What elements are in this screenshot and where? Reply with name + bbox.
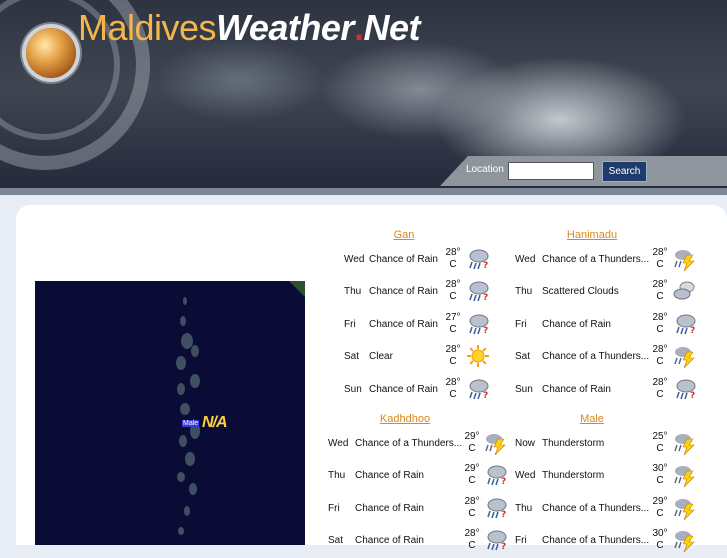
forecast-temperature: 30° C bbox=[652, 463, 668, 487]
globe-logo-icon bbox=[26, 28, 76, 78]
map-value: N/A bbox=[202, 414, 228, 431]
temperature-value: 30° bbox=[652, 528, 668, 540]
temperature-value: 28° bbox=[652, 344, 668, 356]
forecast-day: Wed bbox=[515, 470, 536, 482]
forecast-temperature: 28° C bbox=[652, 247, 668, 271]
city-link[interactable]: Kadhdhoo bbox=[330, 413, 480, 425]
forecast-row: Sat Chance of a Thunders... 28° C bbox=[0, 344, 727, 374]
city-link[interactable]: Gan bbox=[340, 229, 468, 241]
forecast-day: Fri bbox=[515, 318, 527, 330]
forecast-condition: Chance of a Thunders... bbox=[542, 502, 650, 514]
city-link[interactable]: Hanimadu bbox=[512, 229, 672, 241]
temperature-unit: C bbox=[656, 507, 664, 519]
thunderstorm-icon bbox=[673, 528, 697, 553]
temperature-unit: C bbox=[656, 259, 664, 270]
thunderstorm-icon bbox=[673, 344, 697, 369]
forecast-temperature: 29° C bbox=[652, 496, 668, 520]
logo-text-maldives: Maldives bbox=[78, 7, 217, 48]
site-header: MaldivesWeather.Net Location Search bbox=[0, 0, 727, 195]
temperature-value: 28° bbox=[652, 311, 668, 323]
temperature-unit: C bbox=[656, 475, 664, 487]
forecast-temperature: 28° C bbox=[652, 344, 668, 368]
forecast-row: Sun Chance of Rain 28° C ? bbox=[0, 377, 727, 407]
rain-cloud-icon: ? bbox=[673, 312, 697, 336]
temperature-unit: C bbox=[656, 540, 664, 552]
svg-text:?: ? bbox=[690, 326, 695, 336]
forecast-row: Fri Chance of a Thunders... 30° C bbox=[0, 528, 727, 558]
temperature-value: 29° bbox=[652, 495, 668, 507]
forecast-temperature: 25° C bbox=[652, 431, 668, 455]
forecast-row: Thu Chance of a Thunders... 29° C bbox=[0, 496, 727, 526]
city-link[interactable]: Male bbox=[512, 413, 672, 425]
forecast-day: Sat bbox=[515, 351, 531, 363]
temperature-value: 25° bbox=[652, 431, 668, 442]
temperature-unit: C bbox=[656, 323, 664, 335]
forecast-condition: Chance of a Thunders... bbox=[542, 351, 650, 363]
forecast-condition: Scattered Clouds bbox=[542, 286, 619, 298]
thunderstorm-icon bbox=[673, 247, 697, 272]
clouds-icon bbox=[673, 279, 697, 303]
forecast-condition: Chance of a Thunders... bbox=[542, 254, 650, 265]
forecast-day: Wed bbox=[515, 254, 536, 265]
forecast-condition: Chance of Rain bbox=[542, 318, 611, 330]
forecast-temperature: 28° C bbox=[652, 312, 668, 336]
forecast-temperature: 30° C bbox=[652, 528, 668, 552]
temperature-unit: C bbox=[656, 291, 664, 303]
forecast-condition: Thunderstorm bbox=[542, 470, 605, 482]
forecast-row: Fri Chance of Rain 28° C ? bbox=[0, 312, 727, 342]
header-divider bbox=[0, 188, 727, 195]
location-input[interactable] bbox=[508, 162, 594, 180]
temperature-value: 28° bbox=[652, 247, 668, 258]
temperature-value: 28° bbox=[652, 279, 668, 291]
location-label: Location bbox=[466, 164, 504, 175]
forecast-temperature: 28° C bbox=[652, 377, 668, 401]
forecast-temperature: 28° C bbox=[652, 279, 668, 303]
forecast-row: Now Thunderstorm 25° C bbox=[0, 431, 727, 461]
temperature-unit: C bbox=[656, 443, 664, 454]
thunderstorm-icon bbox=[673, 463, 697, 488]
temperature-unit: C bbox=[656, 356, 664, 368]
forecast-day: Now bbox=[515, 438, 536, 449]
svg-text:?: ? bbox=[690, 391, 695, 401]
thunderstorm-icon bbox=[673, 496, 697, 521]
temperature-value: 28° bbox=[652, 376, 668, 388]
forecast-day: Thu bbox=[515, 286, 533, 298]
forecast-condition: Thunderstorm bbox=[542, 438, 605, 449]
forecast-row: Thu Scattered Clouds 28° C bbox=[0, 279, 727, 309]
temperature-unit: C bbox=[656, 388, 664, 400]
forecast-condition: Chance of Rain bbox=[542, 383, 611, 395]
forecast-day: Sun bbox=[515, 383, 533, 395]
forecast-day: Thu bbox=[515, 502, 533, 514]
search-button[interactable]: Search bbox=[602, 161, 647, 182]
logo-text-net: Net bbox=[363, 7, 420, 48]
map-location-label[interactable]: Male bbox=[182, 420, 200, 427]
forecast-row: Wed Chance of a Thunders... 28° C bbox=[0, 247, 727, 277]
site-logo[interactable]: MaldivesWeather.Net bbox=[78, 6, 420, 50]
rain-cloud-icon: ? bbox=[673, 377, 697, 401]
thunderstorm-icon bbox=[673, 431, 697, 456]
logo-text-weather: Weather bbox=[216, 7, 354, 48]
forecast-row: Wed Thunderstorm 30° C bbox=[0, 463, 727, 493]
temperature-value: 30° bbox=[652, 463, 668, 475]
